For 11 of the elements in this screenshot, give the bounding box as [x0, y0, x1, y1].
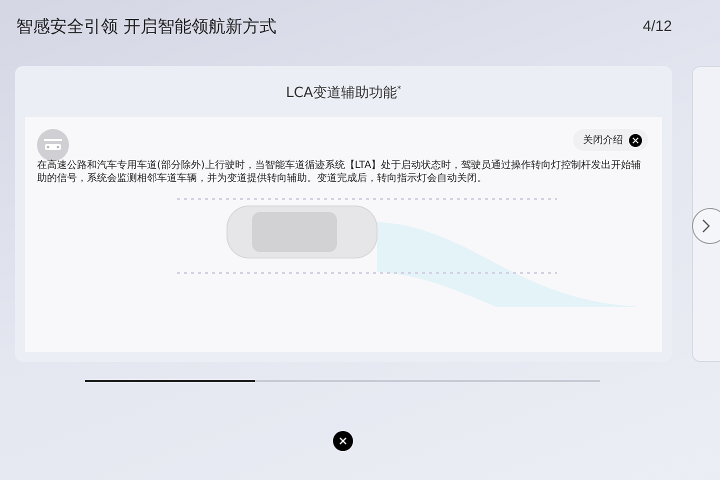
page-title: 智感安全引领 开启智能领航新方式 [16, 16, 276, 38]
car-front-icon [37, 129, 69, 161]
close-icon [632, 136, 639, 144]
close-intro-button[interactable]: 关闭介绍 [573, 129, 648, 151]
close-button[interactable] [333, 431, 353, 451]
feature-description: 在高速公路和汽车专用车道(部分除外)上行驶时，当智能车道循迹系统【LTA】处于启动状态时，驾驶员通过操作转向灯控制杆发出开始辅助的信号，系统会监测相邻车道车辆，并为变道提供转向辅助。变道完成后，转向指示灯会自动关闭。 [37, 159, 642, 185]
page-counter: 4/12 [642, 18, 672, 34]
close-icon [339, 437, 347, 445]
chevron-right-icon [701, 218, 711, 234]
next-button[interactable] [692, 208, 720, 244]
feature-title: LCA变道辅助功能$^{*}$ [286, 84, 402, 103]
